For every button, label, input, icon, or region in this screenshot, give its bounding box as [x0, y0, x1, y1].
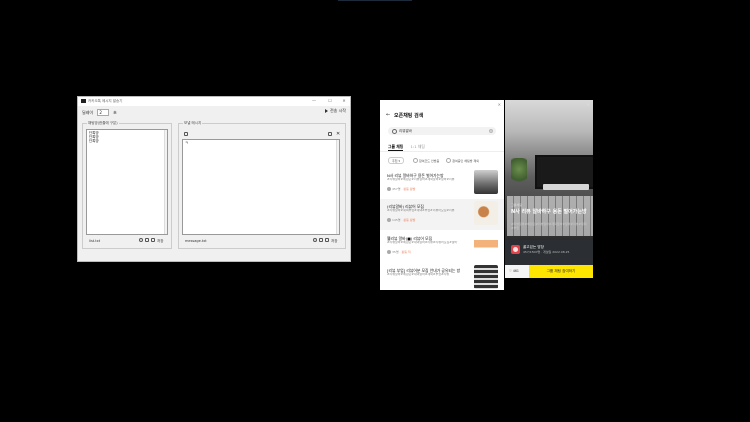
- close-icon[interactable]: ✕: [587, 102, 590, 107]
- app-icon: [81, 99, 86, 103]
- message-file-label: message.txt: [185, 239, 207, 243]
- refresh-icon[interactable]: [139, 238, 143, 242]
- join-group-chat-button[interactable]: 그룹 채팅 참여하기: [529, 265, 593, 278]
- image-icon[interactable]: [184, 132, 188, 136]
- filter-option-label: 참여코드 안받음: [418, 158, 440, 163]
- activity-badge: · 활동 적: [399, 250, 411, 254]
- panel-title: 오픈채팅 검색: [394, 113, 424, 119]
- rooms-scrollbar[interactable]: [164, 130, 167, 234]
- owner-meta: 457/1500명 · 개설일 2022.08.25: [523, 250, 570, 254]
- filter-option[interactable]: 참여코드 안받음: [412, 158, 440, 163]
- title-bar: 카카오톡 메시지 발송기 — ☐ ✕: [78, 97, 350, 106]
- like-count[interactable]: ♡ 461: [509, 269, 519, 273]
- search-value: 리뷰알바: [399, 129, 412, 133]
- tab-one-on-one[interactable]: 1:1 채팅: [411, 144, 425, 149]
- message-scrollbar[interactable]: [336, 140, 339, 234]
- minimize-button[interactable]: —: [310, 98, 318, 104]
- interval-unit: 초: [113, 110, 117, 115]
- rooms-file-label: list.txt: [89, 239, 101, 243]
- member-count: 457명: [392, 187, 401, 191]
- member-count: 145명: [392, 218, 401, 222]
- rooms-group-label: 채팅방(한줄에 구분): [87, 121, 119, 126]
- radio-icon: [412, 158, 418, 163]
- rooms-textarea[interactable]: 단톡방 단톡방 단톡방: [86, 129, 168, 235]
- taskbar-edge: [338, 0, 412, 1]
- save-icon[interactable]: [151, 238, 155, 242]
- result-item[interactable]: (리뷰알바) 리뷰어 모집 #리뷰알바#재택부업#재택#부업#리뷰어모집#리뷰 …: [380, 199, 504, 230]
- avatar: [387, 187, 391, 191]
- owner-row: 꿀고있는 방장 457/1500명 · 개설일 2022.08.25: [511, 243, 591, 257]
- result-thumbnail: [474, 265, 498, 289]
- filter-row: 추천 ▾ 참여코드 안받음 참여중인 채팅방 제외: [388, 157, 479, 164]
- folder-icon[interactable]: [145, 238, 149, 242]
- back-arrow-icon[interactable]: ←: [386, 112, 390, 118]
- result-meta: 457명 · 활동 활발: [387, 187, 415, 191]
- owner-avatar: [511, 245, 520, 254]
- openchat-search-panel: ✕ ← 오픈채팅 검색 리뷰알바 × 그룹 채팅 1:1 채팅 추천 ▾ 참여코…: [380, 100, 504, 290]
- message-group: 보낼 메시지 ✕ ㅋ message.txt 저장: [178, 121, 346, 249]
- chat-type-badge: 그룹채팅: [511, 203, 523, 207]
- rooms-group: 채팅방(한줄에 구분) 단톡방 단톡방 단톡방 list.txt 저장: [82, 121, 172, 249]
- result-thumbnail: [474, 233, 498, 257]
- sender-app-window: 카카오톡 메시지 발송기 — ☐ ✕ 딜레이 2 초 전송 시작 채팅방(한줄에…: [77, 96, 351, 262]
- result-desc: #리뷰알바#체험단#재택알바#리뷰#리뷰어모집#알바: [387, 241, 458, 244]
- result-item[interactable]: N사 리뷰 알바하구 용돈 벌어가는방 #리뷰알바#체험단#리뷰알바#재택알바#…: [380, 168, 504, 199]
- save-label[interactable]: 저장: [331, 239, 337, 244]
- openchat-preview-card: ✕ 그룹채팅 N사 리뷰 알바하구 용돈 벌어가는방 #리뷰알바#체험단#리뷰알…: [505, 100, 593, 278]
- close-icon[interactable]: ✕: [498, 102, 501, 107]
- result-meta: 35명 · 활동 적: [387, 250, 411, 254]
- activity-badge: · 활동 활발: [401, 218, 416, 222]
- start-button[interactable]: 전송 시작: [325, 108, 346, 114]
- sort-dropdown[interactable]: 추천 ▾: [388, 157, 404, 164]
- result-item[interactable]: 웰리뷰 알바(■) 리뷰어 모집 #리뷰알바#체험단#재택알바#리뷰#리뷰어모집…: [380, 231, 504, 262]
- avatar: [387, 250, 391, 254]
- clear-icon[interactable]: ✕: [336, 131, 340, 137]
- result-desc: #리뷰알바#체험단#리뷰알바#재택알바#알바#리뷰: [387, 178, 455, 181]
- maximize-button[interactable]: ☐: [326, 98, 334, 104]
- interval-label: 딜레이: [82, 110, 94, 115]
- room-line: 단톡방: [89, 139, 99, 144]
- interval-row: 딜레이 2 초: [82, 109, 120, 116]
- message-text: ㅋ: [185, 141, 189, 145]
- avatar: [387, 218, 391, 222]
- result-meta: 145명 · 활동 활발: [387, 218, 415, 222]
- folder-icon[interactable]: [328, 132, 332, 136]
- result-desc: #리뷰알바#재택부업#재택#부업#리뷰어모집#리뷰: [387, 209, 455, 212]
- search-input[interactable]: 리뷰알바 ×: [388, 127, 496, 135]
- tab-group-chat[interactable]: 그룹 채팅: [388, 144, 404, 151]
- result-item[interactable]: [리뷰 부업] 리뷰어분 모집 안내가 공유되는 방 #리뷰알바#체험단#재택알…: [380, 263, 504, 290]
- card-desc: #리뷰알바#체험단#리뷰알바#재택알바#알바#리뷰#재택#부업: [511, 222, 587, 230]
- filter-option[interactable]: 참여중인 채팅방 제외: [446, 158, 479, 163]
- activity-badge: · 활동 활발: [401, 187, 416, 191]
- tab-divider: [380, 151, 504, 152]
- search-icon: [392, 128, 397, 134]
- chat-type-tabs: 그룹 채팅 1:1 채팅: [388, 144, 431, 151]
- plant-shape: [511, 158, 527, 186]
- result-desc: #리뷰알바#체험단#재택알바#재택#부업#리뷰: [387, 273, 450, 276]
- result-thumbnail: [474, 170, 498, 194]
- window-title: 카카오톡 메시지 발송기: [88, 99, 123, 103]
- clear-search-icon[interactable]: ×: [489, 129, 493, 133]
- close-button[interactable]: ✕: [340, 98, 348, 104]
- card-title: N사 리뷰 알바하구 용돈 벌어가는방: [511, 209, 587, 215]
- message-group-label: 보낼 메시지: [183, 121, 203, 126]
- save-icon[interactable]: [325, 238, 329, 242]
- save-label[interactable]: 저장: [157, 239, 163, 244]
- monitor-bar: [543, 184, 589, 190]
- cover-image: [505, 100, 593, 240]
- result-thumbnail: [474, 201, 498, 225]
- message-textarea[interactable]: ㅋ: [182, 139, 340, 235]
- start-label: 전송 시작: [330, 108, 346, 113]
- card-footer: ♡ 461 그룹 채팅 참여하기: [505, 265, 593, 278]
- refresh-icon[interactable]: [313, 238, 317, 242]
- radio-icon: [446, 158, 452, 163]
- member-count: 35명: [392, 250, 399, 254]
- folder-icon[interactable]: [319, 238, 323, 242]
- sort-value: 추천: [392, 158, 398, 163]
- play-icon: [325, 109, 328, 113]
- interval-input[interactable]: 2: [97, 109, 109, 116]
- filter-option-label: 참여중인 채팅방 제외: [452, 158, 479, 163]
